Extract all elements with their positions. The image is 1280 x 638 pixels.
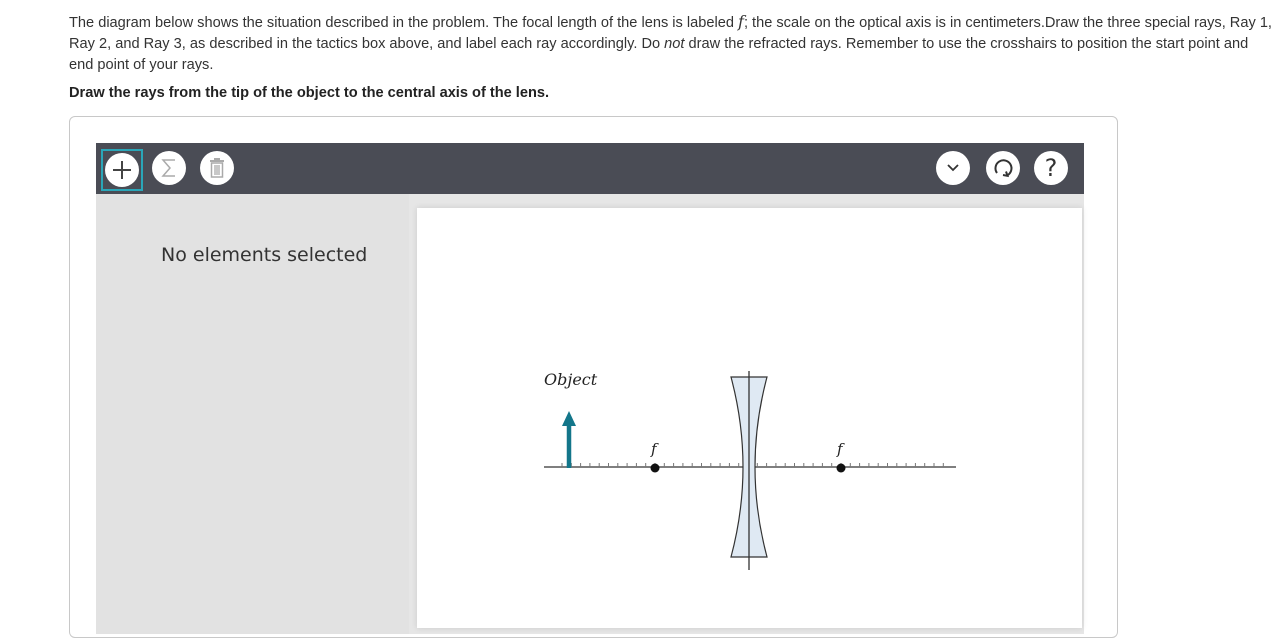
sigma-button[interactable] <box>152 151 186 185</box>
chevron-down-icon <box>947 164 959 172</box>
properties-panel: No elements selected <box>96 194 409 634</box>
drawing-canvas[interactable]: f f Object <box>417 208 1082 628</box>
trash-icon <box>210 158 224 178</box>
object-arrow-head <box>562 411 576 426</box>
object-label: Object <box>544 370 598 389</box>
plus-icon <box>113 161 131 179</box>
delete-button[interactable] <box>200 151 234 185</box>
drawing-toolbar: ? <box>96 143 1084 194</box>
sigma-icon <box>161 159 175 177</box>
focal-point-right <box>836 463 846 473</box>
problem-instructions: The diagram below shows the situation de… <box>69 11 1274 76</box>
help-button[interactable]: ? <box>1034 151 1068 185</box>
add-element-button[interactable] <box>101 149 143 191</box>
instructions-text-1: The diagram below shows the situation de… <box>69 15 739 31</box>
reset-icon <box>994 159 1013 178</box>
lens-diagram: f f Object <box>544 370 956 570</box>
selection-status: No elements selected <box>161 244 368 266</box>
focal-label-left: f <box>650 440 659 458</box>
question-prompt: Draw the rays from the tip of the object… <box>69 85 550 101</box>
help-icon: ? <box>1044 154 1058 182</box>
focal-point-left <box>650 463 660 473</box>
instructions-emphasis: not <box>664 36 685 52</box>
reset-button[interactable] <box>986 151 1020 185</box>
options-dropdown-button[interactable] <box>936 151 970 185</box>
focal-label-right: f <box>836 440 845 458</box>
